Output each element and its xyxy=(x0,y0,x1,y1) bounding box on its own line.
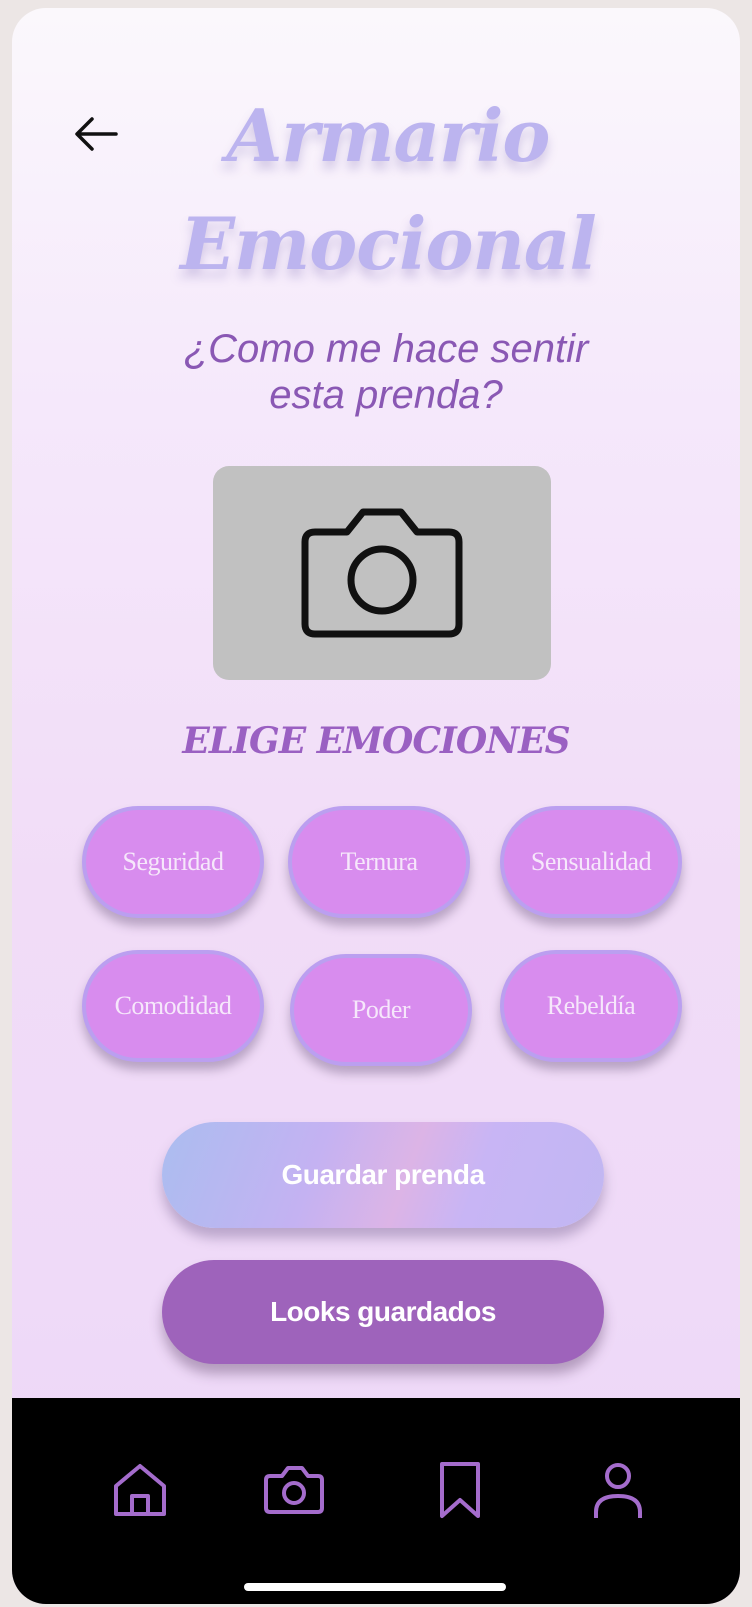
phone-screen: Armario Emocional ¿Como me hace sentir e… xyxy=(12,8,740,1604)
emotions-heading: ELIGE EMOCIONES xyxy=(182,720,570,762)
emotion-chip-ternura[interactable]: Ternura xyxy=(288,806,470,918)
photo-upload-box[interactable] xyxy=(213,466,551,680)
saved-looks-button[interactable]: Looks guardados xyxy=(162,1260,604,1364)
profile-icon[interactable] xyxy=(586,1458,650,1522)
camera-icon[interactable] xyxy=(262,1458,326,1522)
home-indicator xyxy=(244,1583,506,1591)
emotion-chip-poder[interactable]: Poder xyxy=(290,954,472,1066)
bottom-nav xyxy=(12,1398,740,1604)
save-garment-button[interactable]: Guardar prenda xyxy=(162,1122,604,1228)
app-title-line2: Emocional xyxy=(180,201,597,286)
subtitle-line2: esta prenda? xyxy=(269,373,503,417)
subtitle-line1: ¿Como me hace sentir xyxy=(183,327,589,371)
emotion-chip-sensualidad[interactable]: Sensualidad xyxy=(500,806,682,918)
emotion-chip-rebeldia[interactable]: Rebeldía xyxy=(500,950,682,1062)
home-icon[interactable] xyxy=(108,1458,172,1522)
camera-icon xyxy=(301,508,463,638)
app-title-line1: Armario xyxy=(226,93,551,178)
bookmark-icon[interactable] xyxy=(428,1458,492,1522)
emotion-chip-comodidad[interactable]: Comodidad xyxy=(82,950,264,1062)
emotion-chip-seguridad[interactable]: Seguridad xyxy=(82,806,264,918)
